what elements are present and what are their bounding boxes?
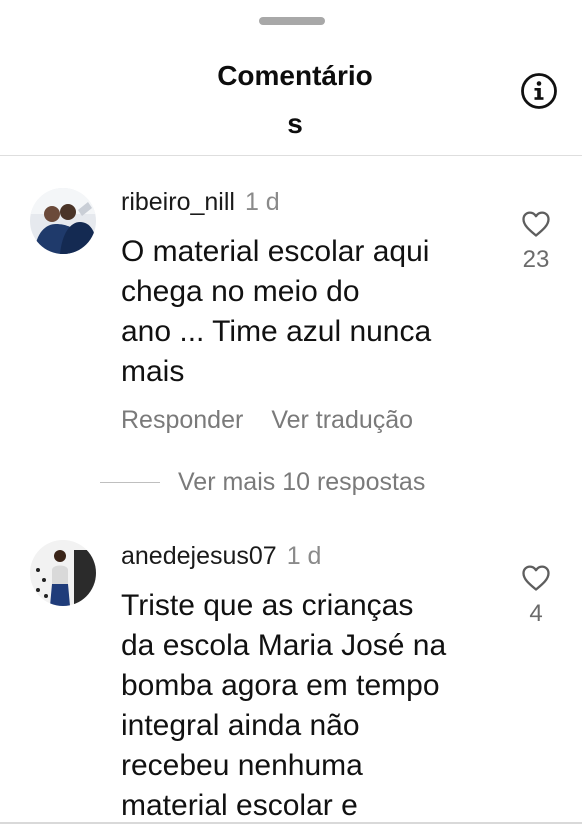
- comment-line: bomba agora em tempo: [121, 669, 440, 702]
- comment-time: 1 d: [244, 188, 280, 216]
- username[interactable]: ribeiro_nill: [121, 188, 235, 216]
- view-more-replies[interactable]: Ver mais 10 respostas: [0, 466, 582, 500]
- comment-time: 1 d: [286, 542, 322, 570]
- like-count: 4: [529, 600, 543, 627]
- replies-line: [100, 482, 160, 483]
- comment-actions: Responder Ver tradução: [121, 404, 441, 436]
- info-icon: [521, 73, 557, 109]
- title-line-1: Comentário: [217, 60, 373, 91]
- bottom-divider: [0, 822, 582, 824]
- reply-button[interactable]: Responder: [121, 406, 243, 434]
- comment-meta: ribeiro_nill 1 d: [121, 186, 280, 218]
- like-group: 23: [510, 210, 562, 274]
- translate-button[interactable]: Ver tradução: [271, 406, 413, 434]
- comment-line: Triste que as crianças: [121, 589, 414, 622]
- comments-sheet: Comentário s ribeiro_nill 1 d O material…: [0, 0, 582, 828]
- comment-line: recebeu nenhuma: [121, 749, 363, 782]
- like-group: 4: [510, 564, 562, 628]
- comment-line: chega no meio do: [121, 275, 360, 308]
- header-divider: [0, 155, 582, 156]
- comment-line: integral ainda não: [121, 709, 360, 742]
- drag-handle[interactable]: [259, 17, 325, 25]
- title-line-2: s: [287, 108, 303, 139]
- comment-text: O material escolar aqui chega no meio do…: [121, 232, 496, 392]
- comment-line: O material escolar aqui: [121, 235, 430, 268]
- comment-line: da escola Maria José na: [121, 629, 447, 662]
- avatar[interactable]: [30, 540, 96, 606]
- comment-text: Triste que as crianças da escola Maria J…: [121, 586, 496, 826]
- comment-line: material escolar e: [121, 789, 358, 822]
- like-count: 23: [522, 246, 550, 273]
- username[interactable]: anedejesus07: [121, 542, 277, 570]
- heart-icon[interactable]: [521, 210, 551, 238]
- comment-meta: anedejesus07 1 d: [121, 540, 321, 572]
- page-title: Comentário s: [190, 52, 400, 148]
- avatar[interactable]: [30, 188, 96, 254]
- info-button[interactable]: [520, 72, 558, 110]
- view-more-replies-label[interactable]: Ver mais 10 respostas: [178, 466, 425, 498]
- comment-line: mais: [121, 355, 185, 388]
- heart-icon[interactable]: [521, 564, 551, 592]
- comment-line: ano ... Time azul nunca: [121, 315, 432, 348]
